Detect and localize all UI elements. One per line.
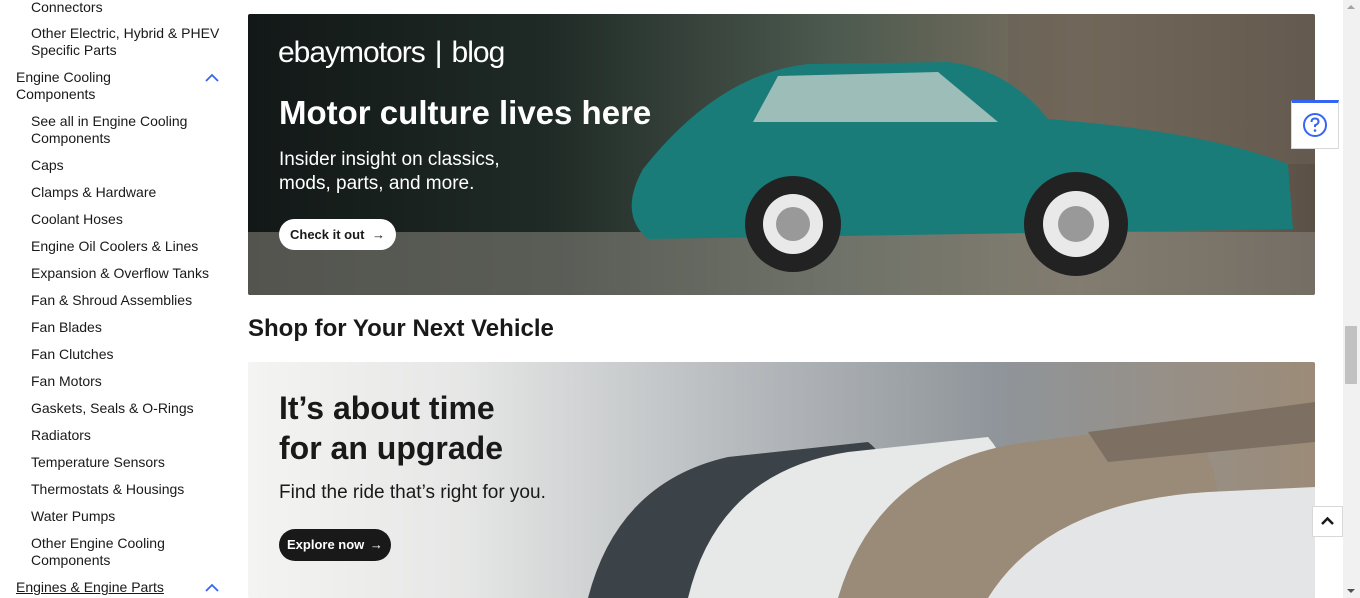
sidebar-heading-engines[interactable]: Engines & Engine Parts: [16, 579, 191, 596]
sidebar-item-water-pumps[interactable]: Water Pumps: [31, 508, 226, 525]
scroll-down-arrow-icon[interactable]: [1345, 587, 1357, 595]
sidebar-item-connectors[interactable]: Connectors: [31, 0, 226, 16]
help-button[interactable]: [1291, 100, 1339, 149]
explore-now-button[interactable]: Explore now →: [279, 529, 391, 561]
chevron-up-icon: [1321, 516, 1334, 525]
shop-vehicle-banner[interactable]: It’s about time for an upgrade Find the …: [248, 362, 1315, 598]
sidebar-item-gaskets[interactable]: Gaskets, Seals & O-Rings: [31, 400, 226, 417]
ebay-motors-blog-banner[interactable]: ebaymotors | blog Motor culture lives here…: [248, 14, 1315, 295]
sidebar-item-thermostats[interactable]: Thermostats & Housings: [31, 481, 226, 498]
scrollbar-thumb[interactable]: [1345, 326, 1357, 384]
sidebar-item-temp-sensors[interactable]: Temperature Sensors: [31, 454, 226, 471]
sidebar-item-clamps[interactable]: Clamps & Hardware: [31, 184, 226, 201]
help-circle-icon: [1303, 113, 1327, 137]
page-scrollbar[interactable]: [1343, 0, 1360, 598]
check-it-out-button[interactable]: Check it out →: [279, 219, 397, 250]
back-to-top-button[interactable]: [1312, 506, 1343, 537]
sidebar-item-radiators[interactable]: Radiators: [31, 427, 226, 444]
vehicle-subtext: Find the ride that’s right for you.: [279, 482, 546, 503]
sidebar-item-see-all[interactable]: See all in Engine Cooling Components: [31, 113, 226, 147]
sidebar-item-other-cooling[interactable]: Other Engine Cooling Components: [31, 535, 226, 569]
blog-headline: Motor culture lives here: [279, 94, 652, 131]
sidebar-item-caps[interactable]: Caps: [31, 157, 226, 174]
section-title: Shop for Your Next Vehicle: [248, 315, 554, 342]
arrow-right-icon: →: [369, 537, 383, 552]
sidebar-item-other-electric[interactable]: Other Electric, Hybrid & PHEV Specific P…: [31, 25, 226, 59]
sidebar-item-expansion-tanks[interactable]: Expansion & Overflow Tanks: [31, 265, 226, 282]
chevron-up-icon[interactable]: [204, 580, 220, 596]
vehicle-headline: It’s about time for an upgrade: [279, 390, 504, 466]
arrow-right-icon: →: [372, 227, 386, 242]
sidebar-item-coolant-hoses[interactable]: Coolant Hoses: [31, 211, 226, 228]
sidebar-item-fan-blades[interactable]: Fan Blades: [31, 319, 226, 336]
category-sidebar: Connectors Other Electric, Hybrid & PHEV…: [0, 0, 232, 598]
sidebar-item-fan-motors[interactable]: Fan Motors: [31, 373, 226, 390]
blog-subtext: Insider insight on classics, mods, parts…: [279, 149, 500, 194]
sidebar-item-fan-clutches[interactable]: Fan Clutches: [31, 346, 226, 363]
ebay-motors-logo: ebaymotors | blog: [278, 36, 505, 69]
sidebar-item-oil-coolers[interactable]: Engine Oil Coolers & Lines: [31, 238, 226, 255]
sidebar-heading-engine-cooling[interactable]: Engine Cooling Components: [16, 69, 191, 103]
sidebar-item-fan-shroud[interactable]: Fan & Shroud Assemblies: [31, 292, 226, 309]
scroll-up-arrow-icon[interactable]: [1345, 3, 1357, 11]
chevron-up-icon[interactable]: [204, 70, 220, 86]
